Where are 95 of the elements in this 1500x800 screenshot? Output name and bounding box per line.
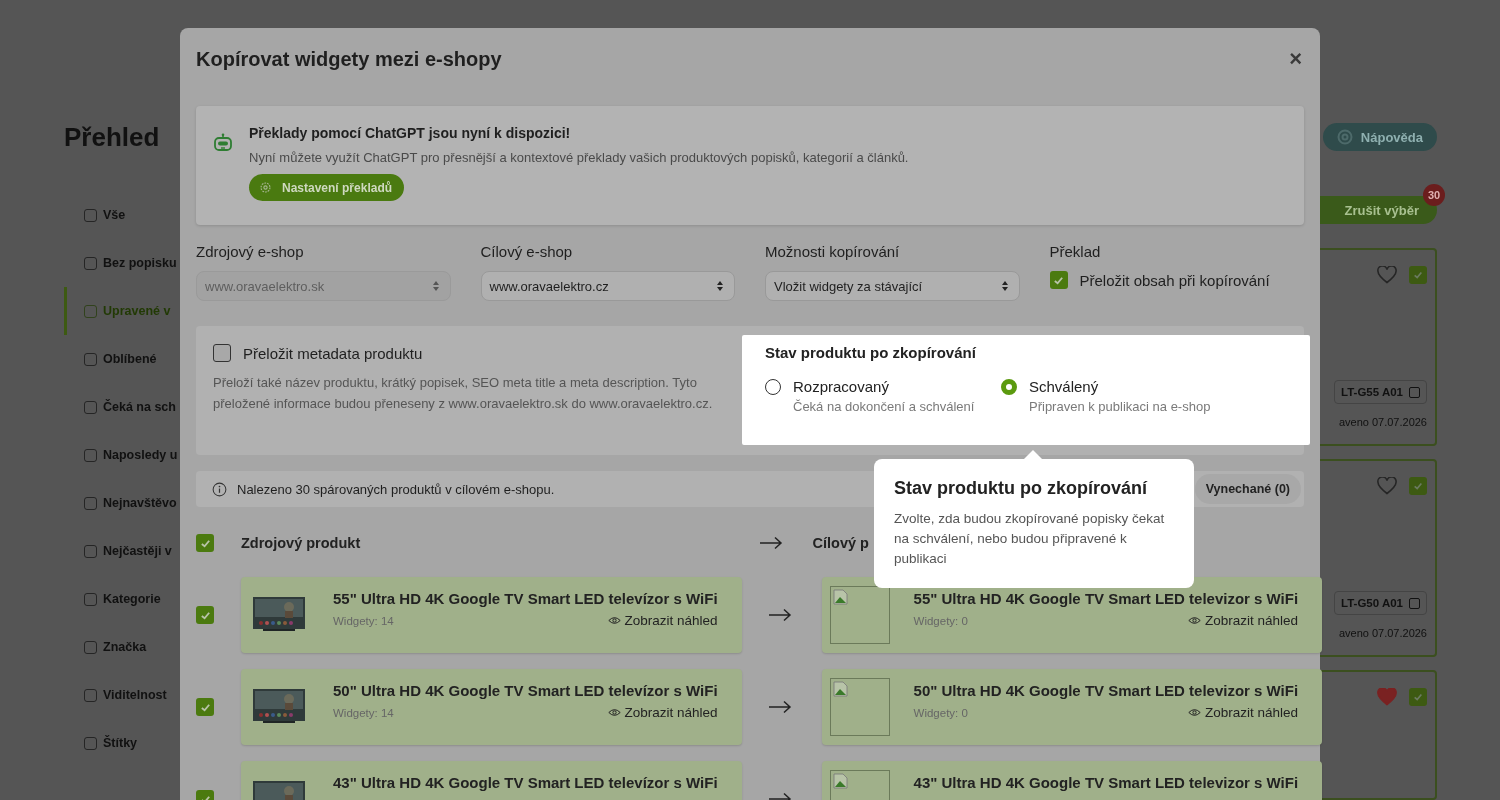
checkbox[interactable] <box>196 698 214 716</box>
select-field[interactable]: www.oravaelektro.cz <box>480 271 735 301</box>
sidebar-item[interactable]: Oblíbené <box>64 335 180 383</box>
option-hint: Připraven k publikaci na e-shop <box>1029 399 1211 414</box>
sidebar-item[interactable]: Viditelnost <box>64 671 180 719</box>
sort-arrows-icon <box>431 280 440 292</box>
widget-count: Widgety: 14 <box>333 614 394 627</box>
checkbox[interactable] <box>1409 266 1427 284</box>
field-label: Zdrojový e-shop <box>196 243 305 260</box>
page-heading: Přehled <box>64 122 160 153</box>
product-title: 50" Ultra HD 4K Google TV Smart LED televízor s WiFi <box>333 682 718 699</box>
product-title: 43" Ultra HD 4K Google TV Smart LED televízor s WiFi <box>333 774 718 791</box>
eye-icon <box>607 708 621 717</box>
notice-title: Překlady pomocí ChatGPT jsou nyní k dispozici! <box>249 125 572 141</box>
robot-icon <box>213 133 233 153</box>
arrow-icon <box>768 700 793 714</box>
lifebuoy-icon <box>1336 129 1353 145</box>
column-header: Cílový p <box>812 535 869 551</box>
eye-icon <box>1188 708 1202 717</box>
heart-icon[interactable] <box>1377 477 1397 495</box>
translation-settings-button[interactable]: Nastavení překladů <box>249 174 405 201</box>
sidebar-item[interactable]: Štítky <box>64 719 180 767</box>
status-title: Stav produktu po zkopírování <box>765 344 977 361</box>
widget-count: Widgety: 14 <box>333 706 394 719</box>
option-label: Rozpracovaný <box>793 378 890 395</box>
checkbox-label: Přeložit obsah při kopírování <box>1079 271 1270 289</box>
arrow-icon <box>759 536 783 550</box>
checkmark-icon <box>199 609 211 621</box>
filter-tab[interactable]: Vynechané (0) <box>1194 474 1301 504</box>
checkbox[interactable] <box>1409 477 1427 495</box>
checkbox-label: Přeložit metadata produktu <box>243 344 423 362</box>
checkbox[interactable] <box>196 606 214 624</box>
sidebar-item[interactable]: Vše <box>64 191 180 239</box>
sort-arrows-icon <box>716 280 724 292</box>
preview-link[interactable]: Zobrazit náhled <box>1188 705 1299 720</box>
notice-text: Nyní můžete využít ChatGPT pro přesnější a kontextové překlady vašich produktových popisků, kategorií a článků. <box>249 150 909 165</box>
sort-arrows-icon <box>1000 280 1009 292</box>
heart-icon[interactable] <box>1377 266 1397 284</box>
select-field[interactable]: Vložit widgety za stávající <box>765 271 1020 301</box>
checkbox[interactable] <box>1049 271 1068 289</box>
checkmark-icon <box>1053 274 1064 286</box>
checkmark-icon <box>1413 481 1423 491</box>
product-code: LT-G50 A01 <box>1334 591 1427 615</box>
sidebar-item[interactable]: Značka <box>64 623 180 671</box>
info-icon <box>212 481 227 497</box>
product-title: 43" Ultra HD 4K Google TV Smart LED televizor s WiFi <box>913 774 1299 791</box>
field-label: Možnosti kopírování <box>765 243 901 260</box>
checkmark-icon <box>1413 692 1423 702</box>
preview-link[interactable]: Zobrazit náhled <box>607 613 718 628</box>
widget-count: Widgety: 0 <box>913 614 968 627</box>
sidebar-item[interactable]: Naposledy u <box>64 431 180 479</box>
heart-icon[interactable] <box>1377 688 1397 706</box>
preview-link[interactable]: Zobrazit náhled <box>607 705 718 720</box>
eye-icon <box>607 616 621 625</box>
checkmark-icon <box>199 701 211 713</box>
arrow-icon <box>768 608 793 622</box>
date-text: aveno 07.07.2026 <box>1338 627 1427 639</box>
tooltip-text: Zvolte, zda budou zkopírované popisky čekat na schválení, nebo budou připravené k publikaci <box>894 510 1166 568</box>
checkbox[interactable] <box>1409 688 1427 706</box>
info-text: Nalezeno 30 spárovaných produktů v cílovém e-shopu. <box>237 481 555 497</box>
column-header: Zdrojový produkt <box>241 535 361 551</box>
checkbox[interactable] <box>213 344 231 362</box>
count-badge: 30 <box>1423 184 1445 206</box>
checkmark-icon <box>199 537 211 549</box>
gear-icon <box>259 181 272 194</box>
checkmark-icon <box>1413 270 1423 280</box>
copy-icon[interactable] <box>1409 386 1420 398</box>
option-hint: Čeká na dokončení a schválení <box>793 399 975 414</box>
option-label: Schválený <box>1029 378 1100 395</box>
tooltip-title: Stav produktu po zkopírování <box>894 478 1149 499</box>
product-title: 55" Ultra HD 4K Google TV Smart LED televizor s WiFi <box>913 590 1299 607</box>
date-text: aveno 07.07.2026 <box>1338 416 1427 428</box>
sidebar-item[interactable]: Nejnavštěvo <box>64 479 180 527</box>
product-title: 55" Ultra HD 4K Google TV Smart LED televízor s WiFi <box>333 590 718 607</box>
sidebar-item[interactable]: Nejčastěji v <box>64 527 180 575</box>
sidebar-item[interactable]: Bez popisku <box>64 239 180 287</box>
sidebar-item[interactable]: Čeká na sch <box>64 383 180 431</box>
sidebar-item[interactable]: Kategorie <box>64 575 180 623</box>
product-title: 50" Ultra HD 4K Google TV Smart LED televizor s WiFi <box>913 682 1299 699</box>
close-button[interactable]: × <box>1287 46 1304 72</box>
radio-button[interactable] <box>1001 379 1017 395</box>
broken-image-icon <box>832 773 849 789</box>
copy-icon[interactable] <box>1409 597 1420 609</box>
product-code: LT-G55 A01 <box>1334 380 1427 404</box>
broken-image-icon <box>832 681 849 697</box>
preview-link[interactable]: Zobrazit náhled <box>1188 613 1299 628</box>
help-button[interactable]: Nápověda <box>1322 123 1437 151</box>
description-text: Přeloží také název produktu, krátký popisek, SEO meta title a meta description. Tyto přeložené informace budou přeneseny z www.oravaelektro.sk do www.oravaelektro.cz. <box>213 374 714 413</box>
select-all-checkbox[interactable] <box>196 534 214 552</box>
field-label: Překlad <box>1049 243 1102 260</box>
widget-count: Widgety: 0 <box>913 706 968 719</box>
broken-image-icon <box>832 589 849 605</box>
field-label: Cílový e-shop <box>480 243 574 260</box>
dialog-title: Kopírovat widgety mezi e-shopy <box>196 47 502 71</box>
eye-icon <box>1188 616 1202 625</box>
